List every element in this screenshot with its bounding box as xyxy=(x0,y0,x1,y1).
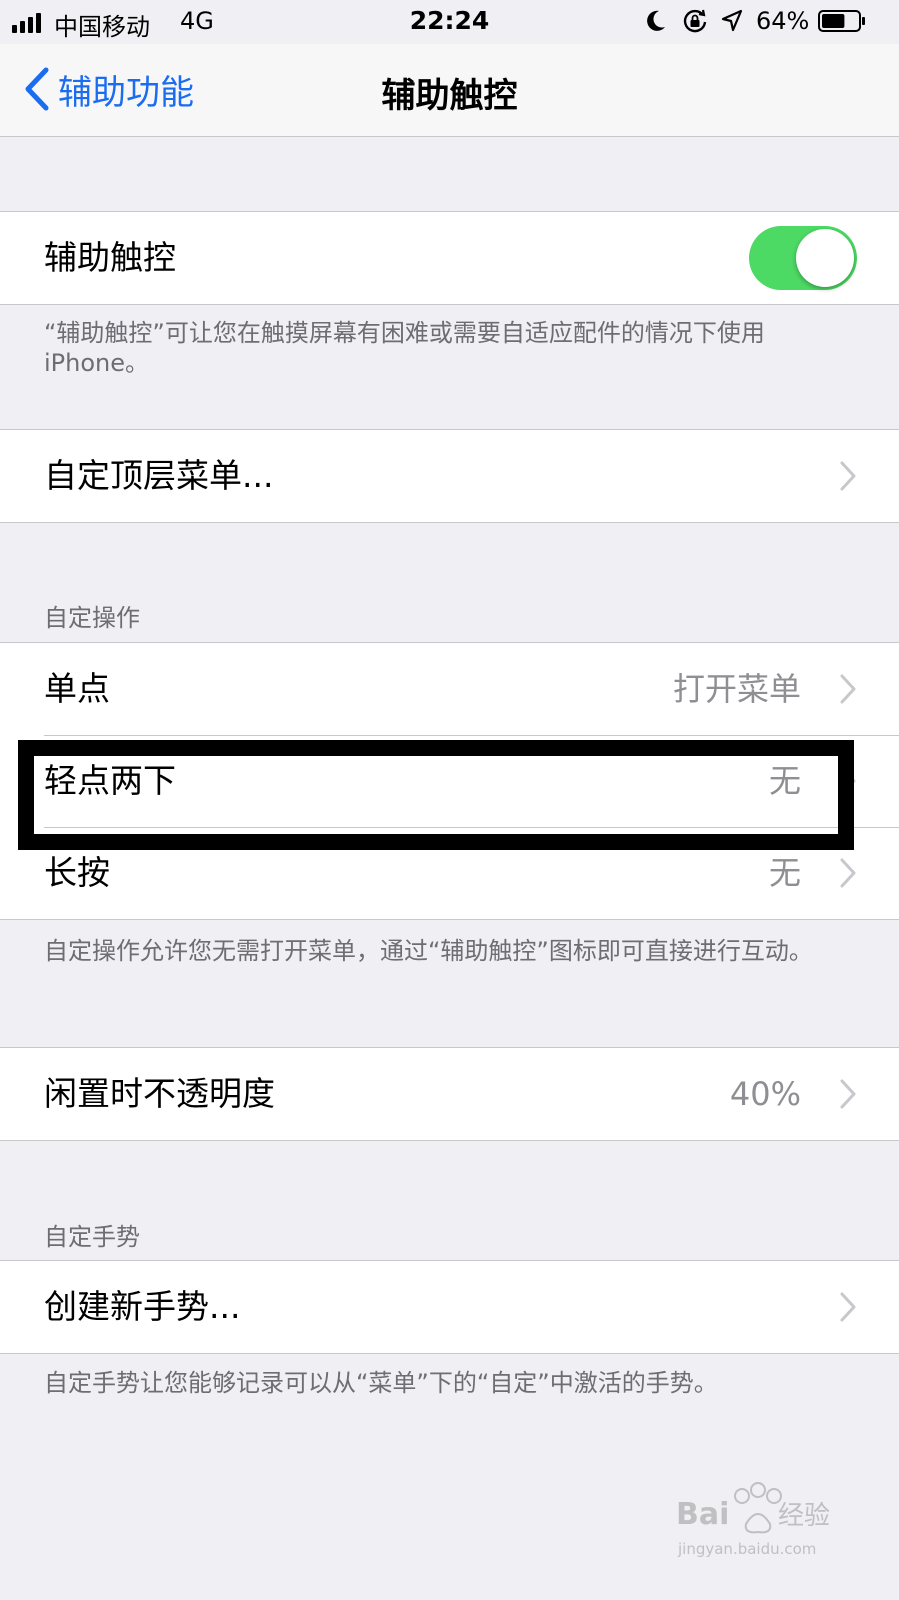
single-tap-label: 单点 xyxy=(44,669,110,708)
create-gesture-label: 创建新手势... xyxy=(44,1287,241,1326)
battery-icon xyxy=(818,10,865,32)
create-gesture-cell[interactable]: 创建新手势... xyxy=(0,1261,899,1353)
top-menu-group: 自定顶层菜单... xyxy=(0,429,899,523)
highlight-box xyxy=(18,740,854,850)
chevron-right-icon xyxy=(840,674,856,704)
baidu-jingyan-watermark-logo: Bai 经验 jingyan.baidu.com xyxy=(676,1482,830,1558)
svg-text:经验: 经验 xyxy=(778,1501,830,1531)
idle-opacity-group: 闲置时不透明度 40% xyxy=(0,1047,899,1141)
chevron-right-icon xyxy=(840,461,856,491)
chevron-right-icon xyxy=(840,1079,856,1109)
navigation-bar: 辅助功能 辅助触控 xyxy=(0,44,899,137)
assistive-touch-label: 辅助触控 xyxy=(44,238,176,277)
svg-text:jingyan.baidu.com: jingyan.baidu.com xyxy=(677,1540,816,1558)
rotation-lock-icon xyxy=(683,9,707,33)
custom-gestures-footer: 自定手势让您能够记录可以从“菜单”下的“自定”中激活的手势。 xyxy=(44,1369,718,1397)
location-arrow-icon xyxy=(721,9,743,32)
assistive-touch-toggle[interactable] xyxy=(749,226,857,290)
single-tap-cell[interactable]: 单点 打开菜单 xyxy=(0,643,899,735)
custom-actions-footer: 自定操作允许您无需打开菜单，通过“辅助触控”图标即可直接进行互动。 xyxy=(44,937,813,965)
moon-icon xyxy=(647,10,665,31)
idle-opacity-cell[interactable]: 闲置时不透明度 40% xyxy=(0,1048,899,1140)
status-bar: 中国移动 4G 22:24 64% xyxy=(0,0,899,44)
custom-gestures-group: 创建新手势... xyxy=(0,1260,899,1354)
assistive-touch-group: 辅助触控 xyxy=(0,211,899,305)
battery-percentage: 64% xyxy=(756,7,810,35)
chevron-right-icon xyxy=(840,858,856,888)
page-title: 辅助触控 xyxy=(381,76,518,116)
assistive-touch-cell: 辅助触控 xyxy=(0,212,899,304)
assistive-touch-footer: “辅助触控”可让您在触摸屏幕有困难或需要自适应配件的情况下使用 iPhone。 xyxy=(44,319,765,377)
custom-actions-header: 自定操作 xyxy=(44,604,140,632)
svg-text:Bai: Bai xyxy=(676,1497,729,1532)
customize-top-menu-label: 自定顶层菜单... xyxy=(44,456,274,495)
toggle-knob xyxy=(796,229,854,287)
chevron-right-icon xyxy=(840,1292,856,1322)
custom-gestures-header: 自定手势 xyxy=(44,1223,140,1251)
single-tap-value: 打开菜单 xyxy=(672,670,801,708)
idle-opacity-label: 闲置时不透明度 xyxy=(44,1074,275,1113)
idle-opacity-value: 40% xyxy=(729,1075,801,1113)
customize-top-menu-cell[interactable]: 自定顶层菜单... xyxy=(0,430,899,522)
